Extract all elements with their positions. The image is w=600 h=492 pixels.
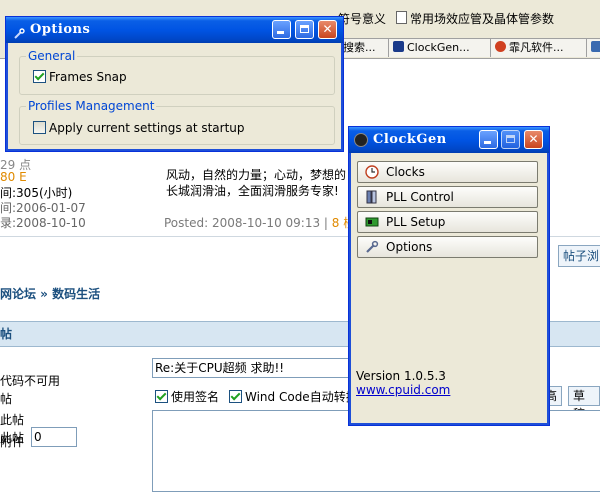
minimize-icon [484,141,491,144]
general-group: General Frames Snap [19,49,335,95]
draft-button[interactable]: 草稿 [568,386,600,421]
pll-control-icon [365,190,379,204]
checkbox-icon [229,390,242,403]
version-text: Version 1.0.5.3 [356,369,446,383]
option-post: 帖 [0,392,13,406]
site-icon [495,41,506,52]
profiles-label: Profiles Management [26,99,157,113]
minimize-icon [277,31,284,34]
tab-feifan[interactable]: 霏凡软件... [490,38,592,57]
clockgen-titlebar[interactable]: ClockGen ✕ [349,127,549,153]
wrench-icon [13,24,25,39]
close-button[interactable]: ✕ [524,130,543,149]
chip-icon [365,215,379,229]
wind-code-checkbox[interactable]: Wind Code自动转换 [229,388,358,405]
option-this-post: 此帖 [0,413,25,427]
tab-label: ClockGen... [407,41,470,54]
clocks-label: Clocks [386,165,425,179]
apply-startup-label: Apply current settings at startup [49,121,245,135]
tab-overflow[interactable] [586,38,600,57]
bookmark-symbol-meaning[interactable]: 符号意义 [338,10,386,27]
minimize-button[interactable] [479,130,498,149]
close-button[interactable]: ✕ [318,20,337,39]
pll-setup-label: PLL Setup [386,215,446,229]
frames-snap-label: Frames Snap [49,70,127,84]
clockgen-options-button[interactable]: Options [357,236,538,258]
maximize-icon [506,135,515,143]
checkbox-icon [33,70,46,83]
options-title: Options [30,22,91,37]
option-disable-code: 代码不可用 [0,374,61,388]
checkbox-icon [33,121,46,134]
tab-label: 霏凡软件... [509,41,564,54]
options-titlebar[interactable]: Options ✕ [6,17,343,43]
close-icon: ✕ [528,132,539,146]
pll-control-label: PLL Control [386,190,454,204]
maximize-icon [300,25,309,33]
clockgen-title: ClockGen [373,132,447,147]
maximize-button[interactable] [295,20,314,39]
subject-input[interactable]: Re:关于CPU超频 求助!! [152,358,354,378]
tab-search[interactable]: 搜索... [338,38,394,57]
checkbox-label: Wind Code自动转换 [245,390,358,404]
number-input[interactable]: 0 [31,427,77,447]
close-icon: ✕ [322,22,333,36]
clockgen-window: ClockGen ✕ Clocks PLL Control PLL Setup … [348,126,550,426]
pll-setup-button[interactable]: PLL Setup [357,211,538,233]
breadcrumb[interactable]: 网论坛 » 数码生活 [0,285,100,302]
use-signature-checkbox[interactable]: 使用签名 [155,388,219,405]
maximize-button[interactable] [501,130,520,149]
paw-icon [393,41,404,52]
browse-posts-button[interactable]: 帖子浏 [558,245,600,267]
clocks-button[interactable]: Clocks [357,161,538,183]
general-label: General [26,49,78,63]
apply-startup-checkbox[interactable]: Apply current settings at startup [33,121,245,135]
cpuid-link[interactable]: www.cpuid.com [356,383,450,397]
signature-line-1: 风动，自然的力量；心动，梦想的 [166,168,347,182]
option-this-post-2: 此帖 [0,431,25,445]
page-icon [396,11,407,24]
profiles-group: Profiles Management Apply current settin… [19,99,335,145]
posted-text: Posted: 2008-10-10 09:13 | [164,216,332,230]
minimize-button[interactable] [272,20,291,39]
user-coins: 80 E [0,170,27,184]
tab-label: 搜索... [343,41,376,54]
clock-icon [365,165,379,179]
tab-clockgen[interactable]: ClockGen... [388,38,494,57]
options-label: Options [386,240,433,254]
last-login: 录:2008-10-10 [0,216,86,230]
checkbox-icon [155,390,168,403]
wrench-icon [365,240,379,254]
post-timestamp: Posted: 2008-10-10 09:13 | 8 楼 [164,214,355,231]
signature-line-2: 长城润滑油，全面润滑服务专家! [166,184,339,198]
bookmark-transistor-params[interactable]: 常用场效应管及晶体管参数 [396,10,554,27]
pll-control-button[interactable]: PLL Control [357,186,538,208]
site-icon [591,41,600,52]
bookmark-label: 常用场效应管及晶体管参数 [410,12,555,26]
options-window: Options ✕ General Frames Snap Profiles M… [5,16,344,152]
clockgen-logo-icon [354,133,368,147]
frames-snap-checkbox[interactable]: Frames Snap [33,70,127,84]
checkbox-label: 使用签名 [171,390,220,404]
